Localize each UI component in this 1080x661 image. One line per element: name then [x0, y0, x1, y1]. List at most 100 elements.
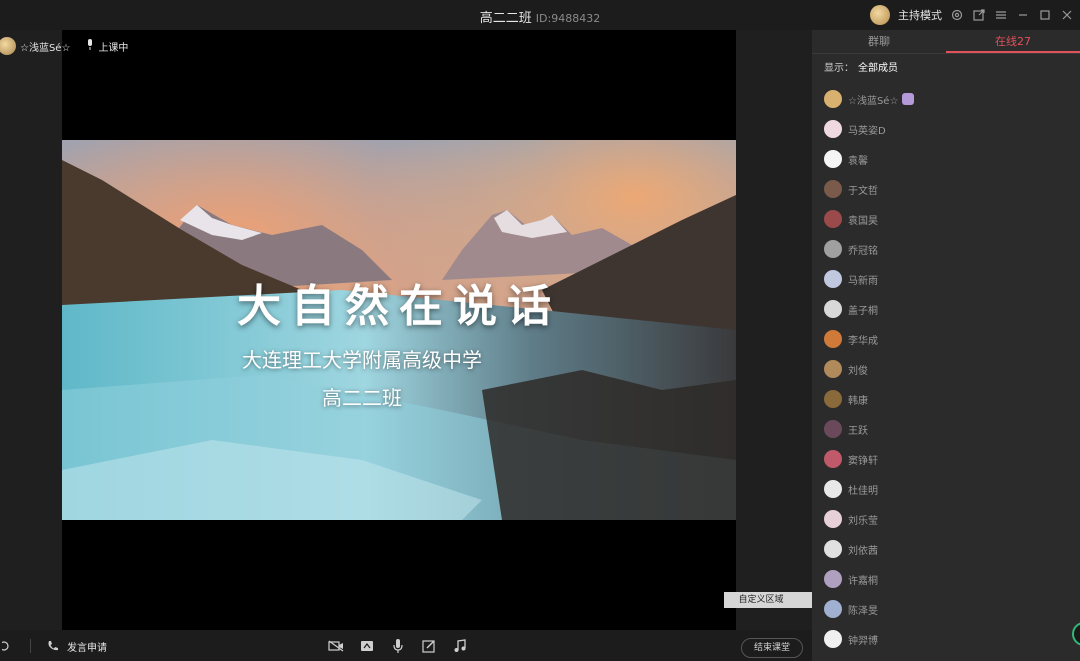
member-avatar: [824, 150, 842, 168]
member-item[interactable]: 韩康: [812, 384, 1080, 414]
slide-subtitle: 大连理工大学附属高级中学: [242, 348, 482, 372]
member-list: ☆浅蓝Sé☆ 马英姿D 袁馨于文哲袁国昊乔冠铭马新雨盖子桐李华成刘俊韩康王跃窦铮轩杜…: [812, 84, 1080, 654]
member-name: 杜佳明: [848, 485, 878, 497]
member-item[interactable]: 杜佳明: [812, 474, 1080, 504]
maximize-icon[interactable]: [1038, 8, 1052, 22]
media-tools: [328, 638, 468, 654]
title-bar: 高二二班 ID:9488432 主持模式: [0, 0, 1080, 30]
member-name: 盖子桐: [848, 305, 878, 317]
member-name: 刘乐莹: [848, 515, 878, 527]
room-name: 高二二班: [479, 11, 532, 26]
member-avatar: [824, 510, 842, 528]
member-avatar: [824, 390, 842, 408]
bottom-toolbar: 发言申请 结束课堂: [0, 630, 812, 661]
member-avatar: [824, 240, 842, 258]
member-item[interactable]: 刘俊: [812, 354, 1080, 384]
member-name: 乔冠铭: [848, 245, 878, 257]
member-name: ☆浅蓝Sé☆: [848, 95, 899, 107]
member-item[interactable]: 袁国昊: [812, 204, 1080, 234]
filter-label: 显示：: [824, 63, 854, 74]
mic-icon[interactable]: [390, 638, 406, 654]
member-item[interactable]: 窦铮轩: [812, 444, 1080, 474]
member-name: 刘俊: [848, 365, 868, 377]
member-name: 韩康: [848, 395, 868, 407]
member-item[interactable]: 陈泽旻: [812, 594, 1080, 624]
member-item[interactable]: 刘乐莹: [812, 504, 1080, 534]
speak-request-button[interactable]: 发言申请: [67, 639, 107, 654]
member-avatar: [824, 450, 842, 468]
member-name: 王跃: [848, 425, 868, 437]
teacher-badge-icon: [902, 93, 915, 105]
member-avatar: [824, 480, 842, 498]
panel-tabs: 群聊 在线27: [812, 30, 1080, 54]
member-item[interactable]: 许嘉桐: [812, 564, 1080, 594]
bottom-left-controls: 发言申请: [0, 638, 107, 654]
member-item[interactable]: 马新雨: [812, 264, 1080, 294]
slide: 大自然在说话 大连理工大学附属高级中学 高二二班: [62, 140, 736, 520]
class-status: 上课中: [86, 38, 129, 54]
end-class-button[interactable]: 结束课堂: [741, 638, 803, 658]
member-avatar: [824, 600, 842, 618]
divider: [30, 639, 31, 653]
presentation-stage: 大自然在说话 大连理工大学附属高级中学 高二二班: [62, 30, 736, 630]
member-item[interactable]: 马英姿D: [812, 114, 1080, 144]
presenter-avatar: [0, 37, 16, 55]
presenter-name: ☆浅蓝Sé☆: [20, 42, 71, 54]
slide-class-name: 高二二班: [322, 386, 402, 410]
music-icon[interactable]: [452, 638, 468, 654]
member-avatar: [824, 90, 842, 108]
member-name: 陈泽旻: [848, 605, 878, 617]
member-name: 袁馨: [848, 155, 868, 167]
tab-online[interactable]: 在线27: [946, 30, 1080, 53]
custom-region-label: 自定义区域: [738, 595, 784, 605]
app-window: 高二二班 ID:9488432 主持模式 大自然在说话 大连理工大学附属高级中学…: [0, 0, 1080, 661]
member-name: 窦铮轩: [848, 455, 878, 467]
member-filter[interactable]: 显示： 全部成员: [812, 54, 1080, 84]
member-avatar: [824, 120, 842, 138]
member-name: 李华成: [848, 335, 878, 347]
member-item[interactable]: ☆浅蓝Sé☆: [812, 84, 1080, 114]
member-avatar: [824, 540, 842, 558]
member-item[interactable]: 于文哲: [812, 174, 1080, 204]
tab-group-chat[interactable]: 群聊: [812, 30, 946, 53]
popout-icon[interactable]: [972, 8, 986, 22]
minimize-icon[interactable]: [1016, 8, 1030, 22]
member-avatar: [824, 330, 842, 348]
member-name: 许嘉桐: [848, 575, 878, 587]
filter-value[interactable]: 全部成员: [858, 63, 898, 74]
member-item[interactable]: 乔冠铭: [812, 234, 1080, 264]
member-name: 钟羿博: [848, 635, 878, 647]
member-item[interactable]: 李华成: [812, 324, 1080, 354]
phone-icon[interactable]: [45, 638, 61, 654]
camera-icon[interactable]: [328, 638, 344, 654]
screen-share-icon[interactable]: [359, 638, 375, 654]
host-mode-label[interactable]: 主持模式: [898, 7, 942, 23]
gear-icon[interactable]: [950, 8, 964, 22]
member-avatar: [824, 420, 842, 438]
mic-icon: [86, 38, 94, 54]
member-avatar: [824, 570, 842, 588]
member-name: 马新雨: [848, 275, 878, 287]
close-icon[interactable]: [1060, 8, 1074, 22]
member-item[interactable]: 刘依茜: [812, 534, 1080, 564]
member-name: 袁国昊: [848, 215, 878, 227]
member-item[interactable]: 钟羿博: [812, 624, 1080, 654]
member-item[interactable]: 盖子桐: [812, 294, 1080, 324]
member-avatar: [824, 360, 842, 378]
member-avatar: [824, 180, 842, 198]
room-id: ID:9488432: [535, 12, 601, 25]
member-avatar: [824, 270, 842, 288]
whiteboard-icon[interactable]: [421, 638, 437, 654]
speaker-icon[interactable]: [0, 638, 16, 654]
member-avatar: [824, 300, 842, 318]
member-name: 刘依茜: [848, 545, 878, 557]
slide-title: 大自然在说话: [237, 281, 561, 332]
title-bar-controls: 主持模式: [870, 5, 1074, 25]
member-name: 马英姿D: [848, 125, 886, 137]
member-avatar: [824, 210, 842, 228]
menu-icon[interactable]: [994, 8, 1008, 22]
member-item[interactable]: 王跃: [812, 414, 1080, 444]
class-status-label: 上课中: [98, 42, 129, 54]
member-item[interactable]: 袁馨: [812, 144, 1080, 174]
host-avatar[interactable]: [870, 5, 890, 25]
